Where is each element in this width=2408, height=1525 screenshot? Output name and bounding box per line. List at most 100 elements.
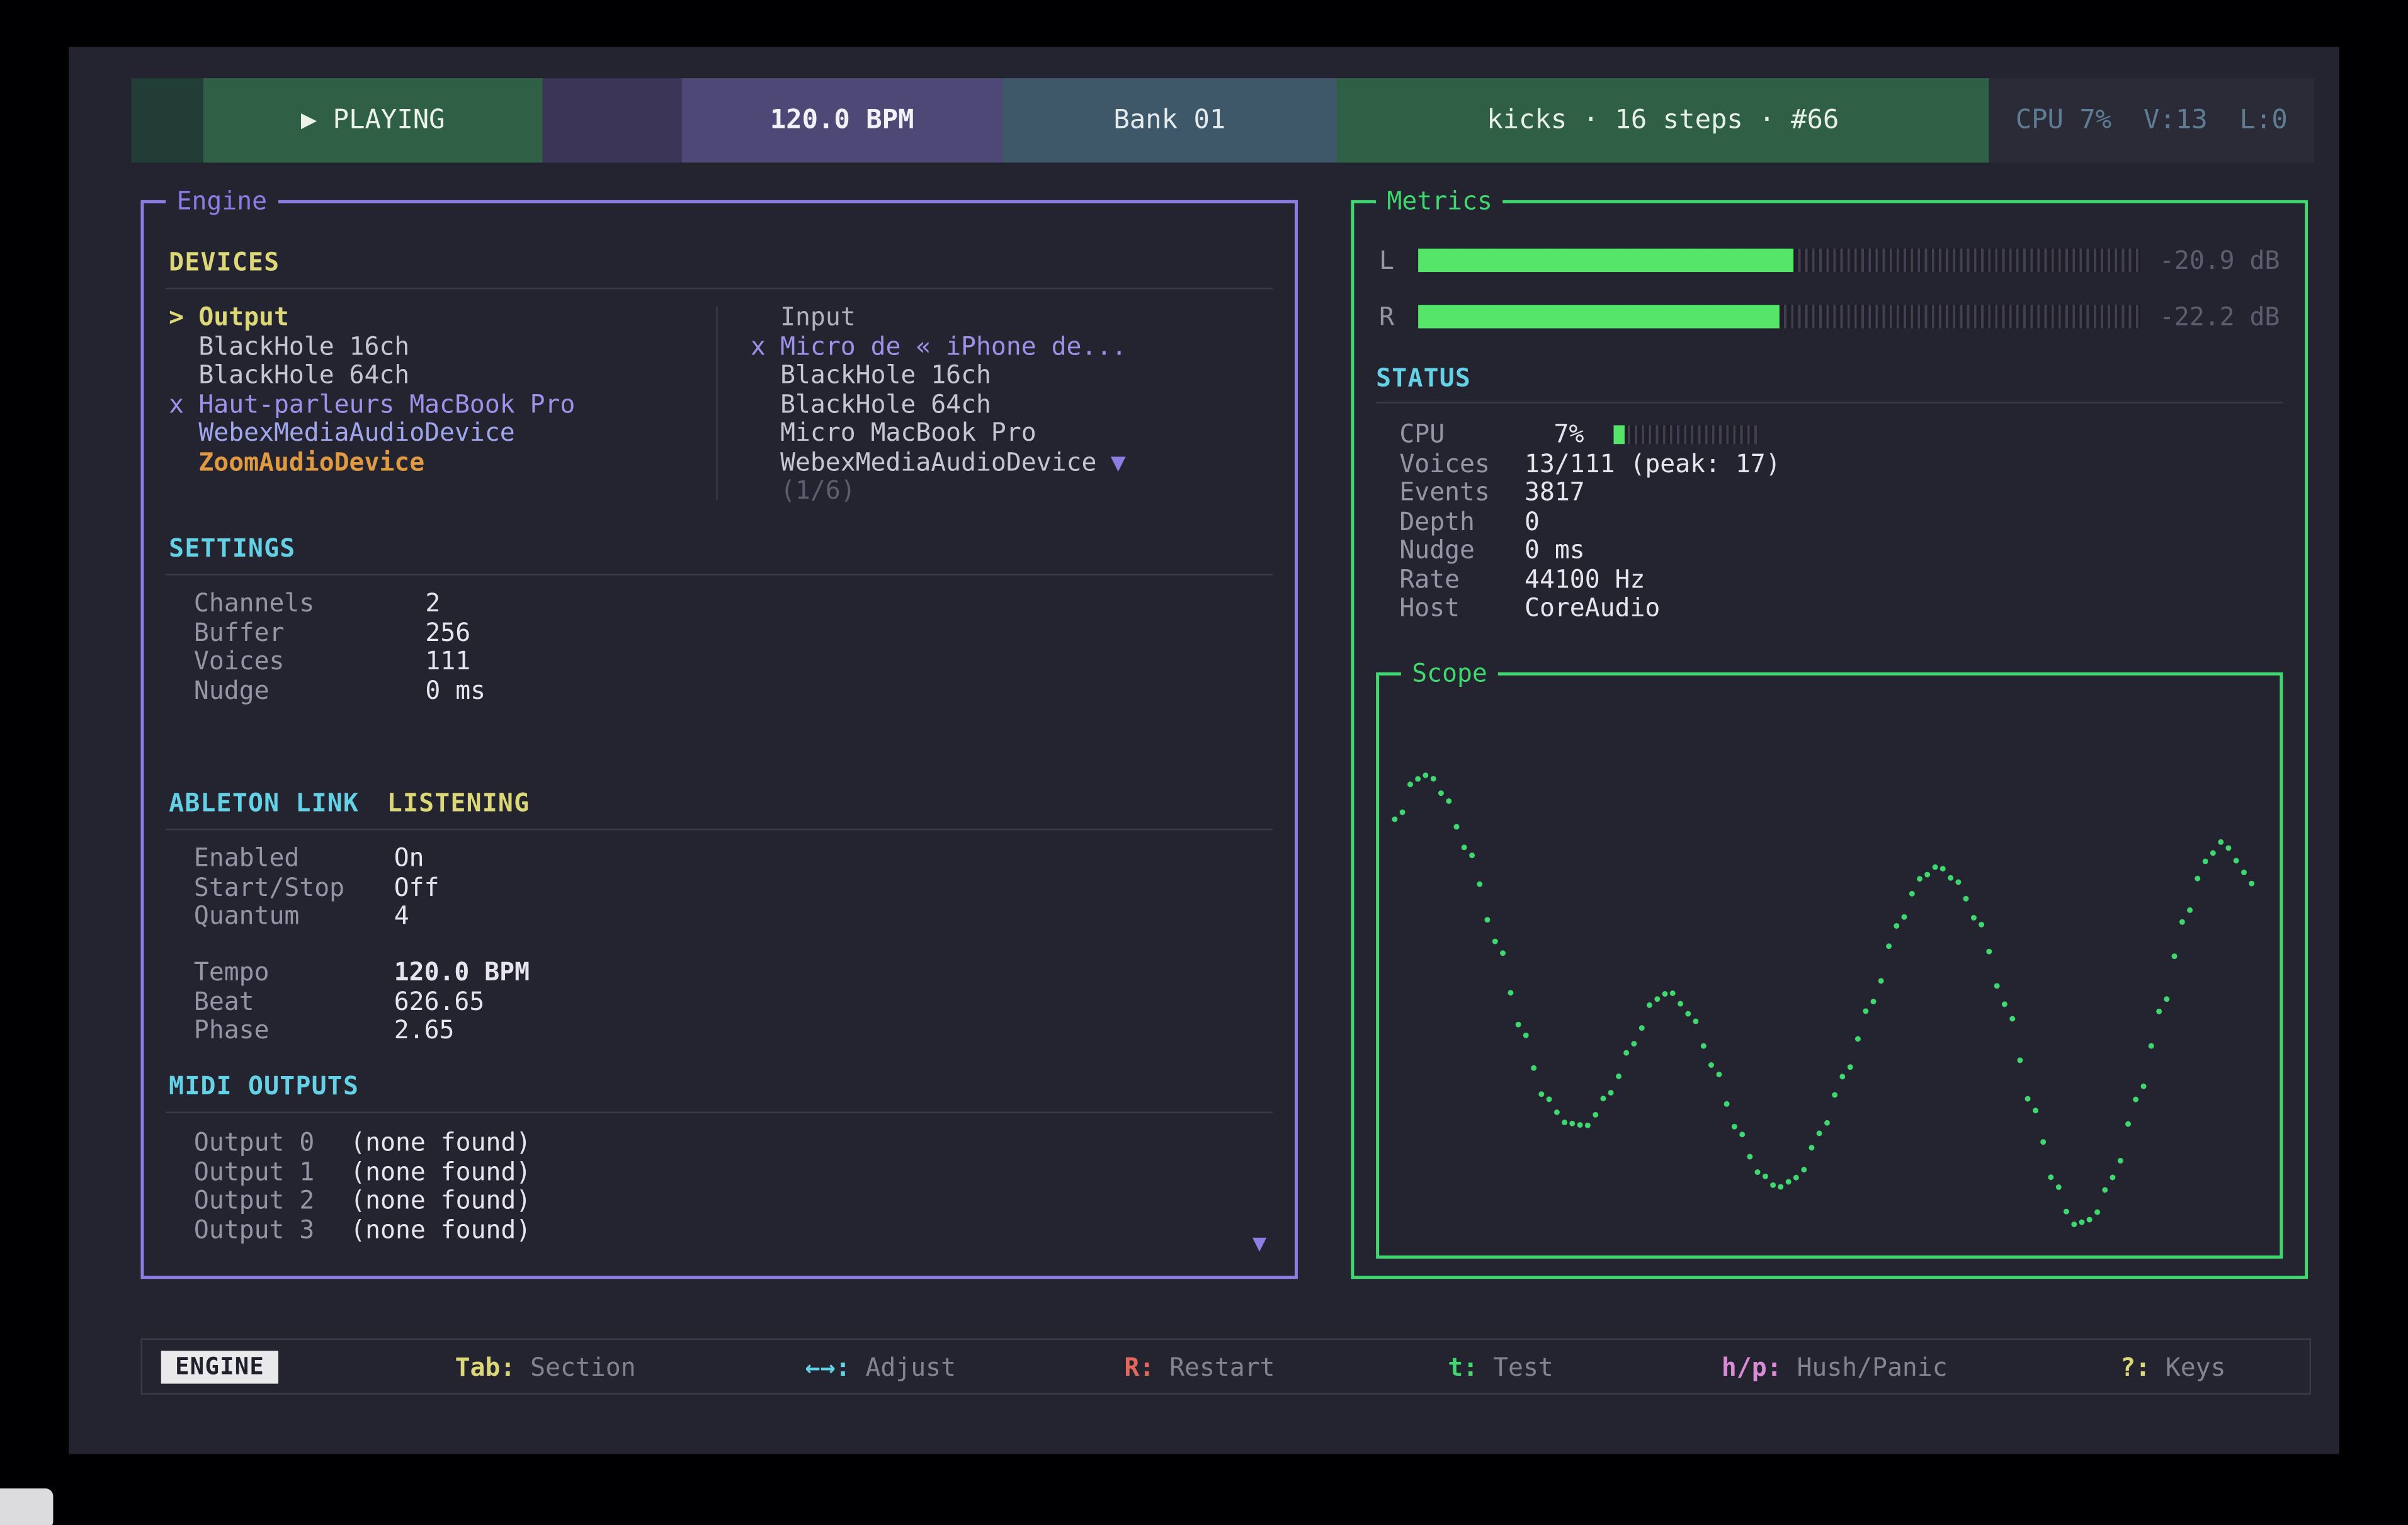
- device-item: (1/6): [751, 477, 1127, 506]
- tempo-segment: 120.0 BPM: [682, 78, 1002, 162]
- status-value: 3817: [1525, 479, 1585, 507]
- scope-dot: [1400, 810, 1406, 815]
- device-item[interactable]: ZoomAudioDevice: [169, 448, 575, 477]
- scope-dot: [1933, 865, 1938, 870]
- scope-dot: [2025, 1096, 2031, 1102]
- scope-dot: [1839, 1074, 1845, 1079]
- status-value: 44100 Hz: [1525, 565, 1645, 594]
- device-name: (1/6): [780, 477, 856, 506]
- setting-label: Voices: [194, 647, 425, 676]
- footer-hint: t: Test: [1448, 1352, 1553, 1382]
- section-divider: [166, 1111, 1273, 1113]
- scope-dot: [1462, 844, 1467, 850]
- device-item[interactable]: WebexMediaAudioDevice: [169, 419, 575, 448]
- status-value: 7%: [1525, 421, 1584, 450]
- midi-output-value: (none found): [350, 1216, 531, 1245]
- setting-value: 111: [425, 647, 470, 676]
- scope-dot: [1708, 1062, 1714, 1068]
- scope-dot: [1484, 917, 1490, 922]
- device-item[interactable]: >Output: [169, 303, 575, 332]
- status-row: Rate44100 Hz: [1399, 565, 2280, 594]
- bank-segment: Bank 01: [1002, 78, 1337, 162]
- link-timing-value: 120.0 BPM: [394, 958, 530, 987]
- scope-dot: [1863, 1008, 1868, 1014]
- system-stats-segment: CPU 7% V:13 L:0: [1989, 78, 2314, 162]
- scope-dot: [1423, 773, 1428, 778]
- metrics-panel: Metrics L -20.9 dB R -22.2 dB STATUS CPU…: [1351, 200, 2308, 1279]
- device-name: BlackHole 64ch: [198, 361, 409, 390]
- transport-status-segment: ▶ PLAYING: [203, 78, 543, 162]
- setting-label: Nudge: [194, 676, 425, 705]
- scope-dot: [1986, 949, 1992, 955]
- midi-output-row: Output 1(none found): [194, 1158, 531, 1187]
- scope-dot: [2133, 1097, 2138, 1103]
- scope-dot: [2225, 845, 2231, 851]
- scope-dot: [1647, 1002, 1652, 1008]
- device-marker: >: [169, 303, 198, 332]
- status-row: CPU7%: [1399, 421, 2280, 450]
- scope-dot: [1678, 1001, 1683, 1007]
- scope-dot: [1732, 1124, 1737, 1130]
- device-item[interactable]: BlackHole 16ch: [751, 361, 1127, 390]
- scope-dot: [1500, 950, 1506, 956]
- footer-hint-key: Tab:: [455, 1352, 516, 1382]
- scope-dot: [1446, 798, 1451, 804]
- device-name: ZoomAudioDevice: [198, 448, 424, 477]
- scope-dot: [1971, 915, 1977, 921]
- device-item[interactable]: BlackHole 16ch: [169, 332, 575, 361]
- ableton-link-state-badge: LISTENING: [387, 788, 530, 817]
- topbar-accent-block: [132, 78, 203, 162]
- midi-output-row: Output 0(none found): [194, 1129, 531, 1158]
- device-item[interactable]: WebexMediaAudioDevice▼: [751, 448, 1127, 477]
- device-item[interactable]: xHaut-parleurs MacBook Pro: [169, 390, 575, 419]
- scope-panel: Scope: [1376, 672, 2283, 1259]
- scope-waveform: [1379, 676, 2280, 1256]
- scope-dot: [1894, 923, 1899, 929]
- scope-dot: [2187, 907, 2193, 913]
- device-marker: [169, 448, 198, 477]
- scope-dot: [1871, 999, 1877, 1004]
- footer-hint: h/p: Hush/Panic: [1722, 1352, 1948, 1382]
- setting-value: 2: [425, 589, 440, 618]
- scope-dot: [2040, 1139, 2046, 1145]
- scope-dot: [2087, 1217, 2093, 1223]
- scope-dot: [1616, 1074, 1621, 1079]
- status-row: Events3817: [1399, 479, 2280, 507]
- device-name: Input: [780, 303, 856, 332]
- setting-row: Nudge0 ms: [194, 676, 486, 705]
- device-item[interactable]: Micro MacBook Pro: [751, 419, 1127, 448]
- scope-dot: [1763, 1174, 1768, 1179]
- device-item[interactable]: BlackHole 64ch: [169, 361, 575, 390]
- scope-dot: [1801, 1167, 1807, 1172]
- metrics-panel-title: Metrics: [1376, 186, 1503, 215]
- scope-dot: [1940, 866, 1946, 871]
- scope-dot: [1547, 1096, 1552, 1102]
- scope-dot: [2218, 839, 2223, 845]
- scope-dot: [1693, 1018, 1698, 1024]
- top-bar: ▶ PLAYING 120.0 BPM Bank 01 kicks · 16 s…: [132, 78, 2314, 162]
- scope-dot: [1477, 882, 1482, 887]
- link-timing-row: Phase2.65: [194, 1016, 530, 1045]
- link-setting-label: Start/Stop: [194, 873, 394, 902]
- scope-dot: [2110, 1175, 2115, 1181]
- midi-output-value: (none found): [350, 1129, 531, 1158]
- device-marker: [751, 390, 780, 419]
- scope-dot: [2071, 1222, 2077, 1227]
- level-meter-left: L -20.9 dB: [1379, 247, 2280, 273]
- midi-output-row: Output 2(none found): [194, 1187, 531, 1216]
- device-item[interactable]: BlackHole 64ch: [751, 390, 1127, 419]
- scope-dot: [2056, 1184, 2062, 1190]
- device-name: BlackHole 16ch: [198, 332, 409, 361]
- scope-dot: [1654, 996, 1660, 1002]
- scope-dot: [1724, 1101, 1730, 1107]
- scope-dot: [1994, 983, 2000, 989]
- scope-dot: [2141, 1084, 2147, 1089]
- device-item[interactable]: xMicro de « iPhone de...: [751, 332, 1127, 361]
- status-row: HostCoreAudio: [1399, 594, 2280, 623]
- link-timing-row: Beat626.65: [194, 987, 530, 1016]
- ableton-link-timing-list: Tempo120.0 BPMBeat626.65Phase2.65: [194, 958, 530, 1045]
- setting-value: 0 ms: [425, 676, 486, 705]
- midi-outputs-list: Output 0(none found)Output 1(none found)…: [194, 1129, 531, 1245]
- scope-dot: [2094, 1210, 2100, 1215]
- link-timing-label: Phase: [194, 1016, 394, 1045]
